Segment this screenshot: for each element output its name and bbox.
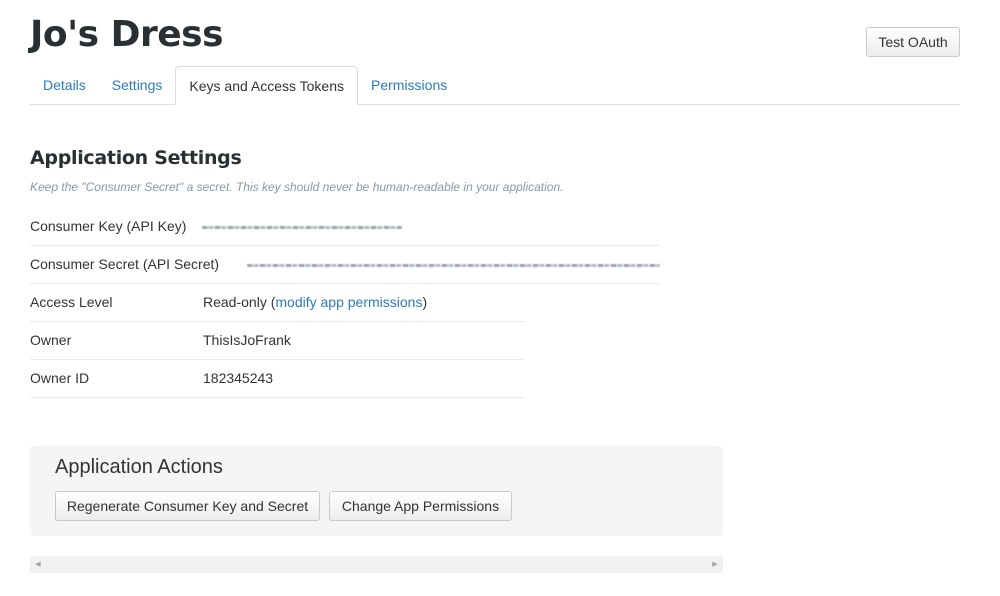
consumer-secret-row: Consumer Secret (API Secret) <box>30 246 660 284</box>
access-level-value: Read-only (modify app permissions) <box>203 284 427 321</box>
consumer-secret-redacted <box>247 263 660 267</box>
consumer-secret-label: Consumer Secret (API Secret) <box>30 256 220 272</box>
consumer-secret-value <box>247 246 660 283</box>
owner-value: ThisIsJoFrank <box>203 332 291 348</box>
scroll-left-arrow-icon[interactable]: ◀ <box>30 556 46 573</box>
tab-bar: Details Settings Keys and Access Tokens … <box>30 66 960 105</box>
consumer-key-row: Consumer Key (API Key) <box>30 208 660 246</box>
application-actions-panel: Application Actions Regenerate Consumer … <box>30 446 723 536</box>
consumer-key-redacted <box>202 225 402 229</box>
horizontal-scrollbar[interactable]: ◀ ▶ <box>30 556 723 573</box>
change-app-permissions-button[interactable]: Change App Permissions <box>329 491 512 521</box>
owner-id-label: Owner ID <box>30 370 90 386</box>
app-title: Jo's Dress <box>30 14 224 55</box>
access-level-row: Access Level Read-only (modify app permi… <box>30 284 525 322</box>
tab-settings[interactable]: Settings <box>99 66 176 104</box>
tab-details[interactable]: Details <box>30 66 99 104</box>
scroll-right-arrow-icon[interactable]: ▶ <box>707 556 723 573</box>
modify-app-permissions-link[interactable]: modify app permissions <box>275 294 422 310</box>
consumer-secret-hint: Keep the "Consumer Secret" a secret. Thi… <box>30 180 564 194</box>
consumer-key-value <box>202 208 402 245</box>
application-settings-heading: Application Settings <box>30 147 242 169</box>
owner-row: Owner ThisIsJoFrank <box>30 322 525 360</box>
application-actions-heading: Application Actions <box>55 456 223 478</box>
owner-label: Owner <box>30 332 72 348</box>
paren-close: ) <box>422 294 428 310</box>
owner-id-value: 182345243 <box>203 370 274 386</box>
tab-keys-and-access-tokens[interactable]: Keys and Access Tokens <box>175 66 358 105</box>
access-level-label: Access Level <box>30 294 113 310</box>
owner-id-row: Owner ID 182345243 <box>30 360 525 398</box>
access-level-text: Read-only <box>203 294 267 310</box>
consumer-key-label: Consumer Key (API Key) <box>30 218 187 234</box>
settings-table: Consumer Key (API Key) Consumer Secret (… <box>30 208 660 398</box>
test-oauth-button[interactable]: Test OAuth <box>866 27 960 57</box>
tab-permissions[interactable]: Permissions <box>358 66 460 104</box>
regenerate-consumer-key-button[interactable]: Regenerate Consumer Key and Secret <box>55 491 320 521</box>
app-settings-page: Jo's Dress Test OAuth Details Settings K… <box>0 0 1000 596</box>
